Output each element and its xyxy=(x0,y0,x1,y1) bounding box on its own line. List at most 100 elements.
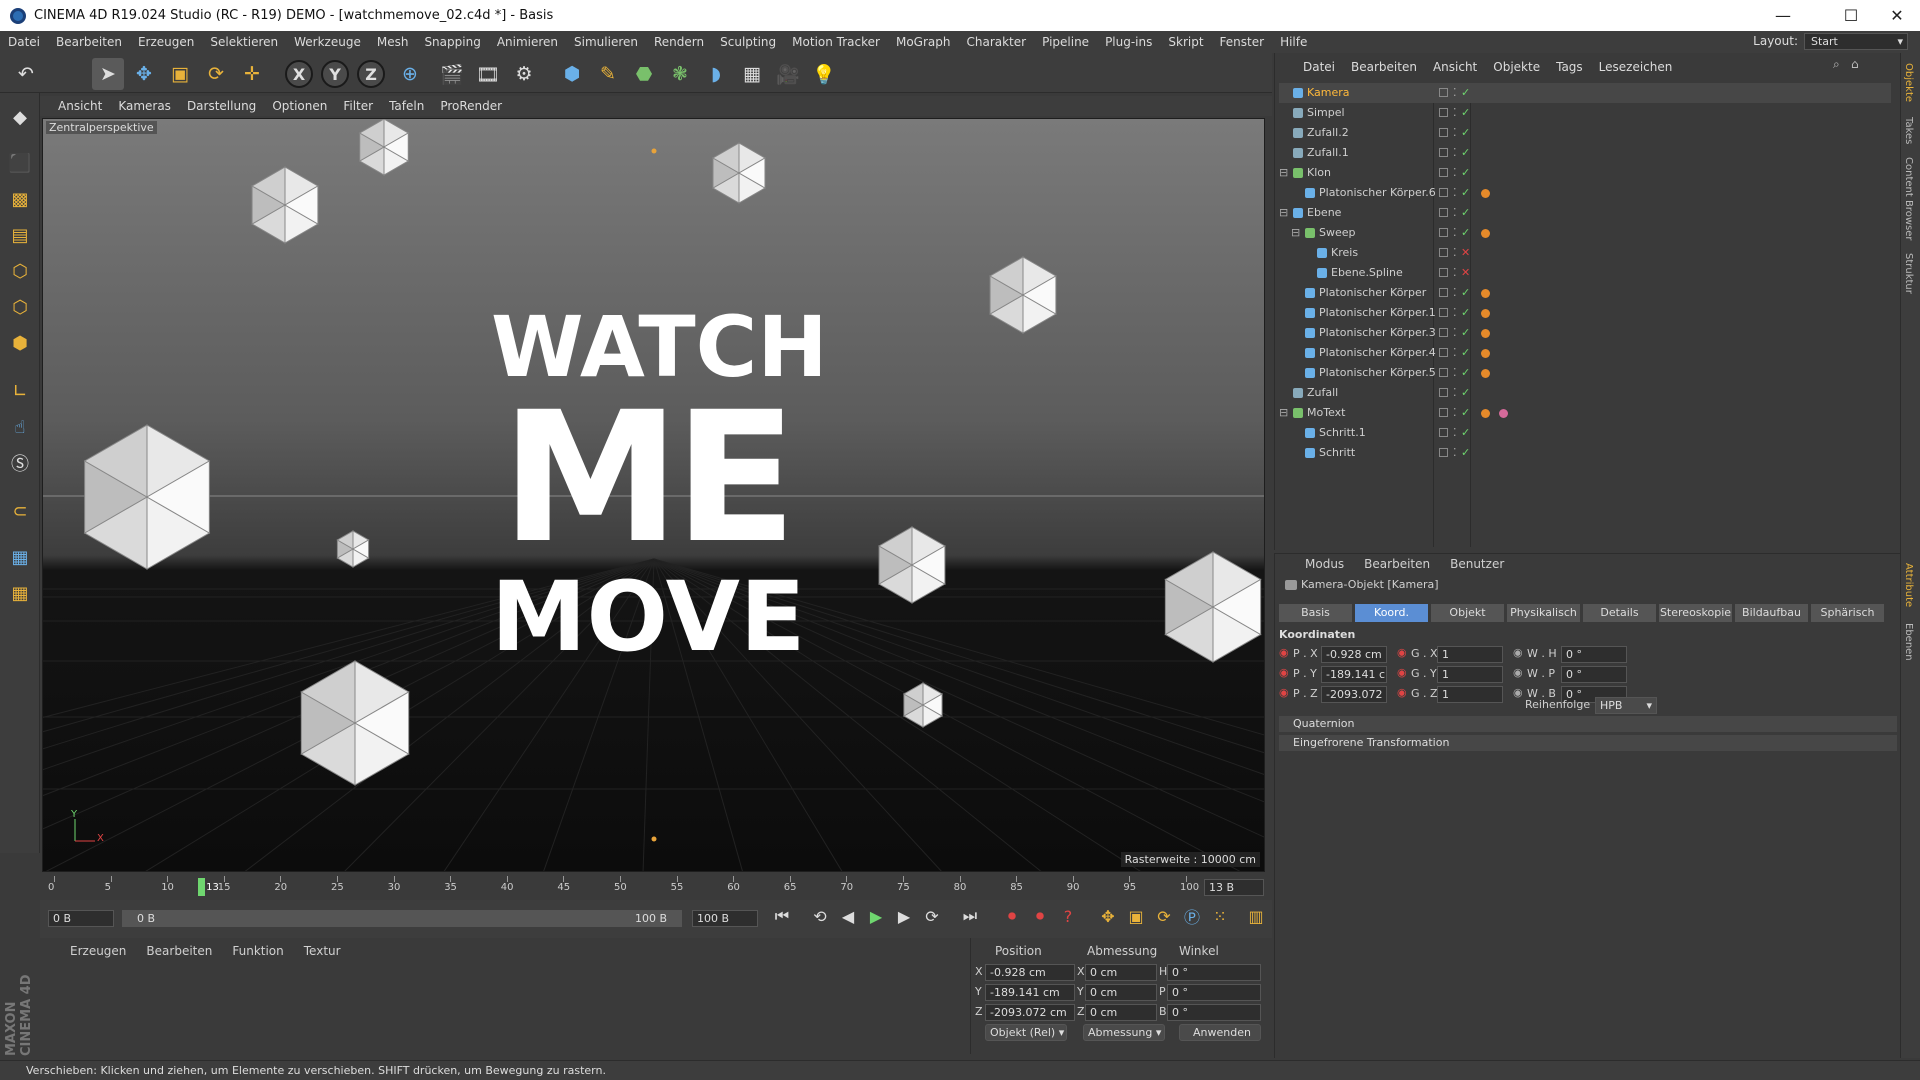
visibility-dots-icon[interactable]: ⁚ xyxy=(1453,363,1457,383)
layer-icon[interactable] xyxy=(1439,428,1448,437)
expand-icon[interactable]: ⊟ xyxy=(1279,203,1288,223)
object-row[interactable]: Platonischer Körper.1 ⁚ ✓ xyxy=(1279,303,1891,323)
viewport-menu-item[interactable]: Filter xyxy=(335,99,381,113)
layer-icon[interactable] xyxy=(1439,108,1448,117)
apply-button[interactable]: Anwenden xyxy=(1179,1024,1261,1041)
object-row[interactable]: ⊟ Sweep ⁚ ✓ xyxy=(1279,223,1891,243)
coord-value-field[interactable]: -0.928 cm xyxy=(985,964,1075,981)
attribute-tab[interactable]: Sphärisch xyxy=(1811,604,1884,622)
animate-radio-icon[interactable]: ◉ xyxy=(1397,646,1407,659)
go-to-start-icon[interactable]: ⏮ xyxy=(770,904,794,928)
key-position-icon[interactable]: ✥ xyxy=(1096,904,1120,928)
disabled-icon[interactable]: ✕ xyxy=(1461,243,1470,263)
quaternion-section[interactable]: Quaternion xyxy=(1279,716,1897,732)
enabled-check-icon[interactable]: ✓ xyxy=(1461,403,1470,423)
attribute-value-field[interactable]: 1 xyxy=(1437,686,1503,703)
attribute-tab[interactable]: Basis xyxy=(1279,604,1352,622)
visibility-dots-icon[interactable]: ⁚ xyxy=(1453,443,1457,463)
previous-frame-icon[interactable]: ◀ xyxy=(836,904,860,928)
key-pla-icon[interactable]: ⁙ xyxy=(1208,904,1232,928)
enabled-check-icon[interactable]: ✓ xyxy=(1461,123,1470,143)
platonic-solid[interactable] xyxy=(336,530,370,568)
layer-icon[interactable] xyxy=(1439,288,1448,297)
z-axis-icon[interactable]: Z xyxy=(357,60,385,88)
camera-handle[interactable] xyxy=(651,836,657,842)
enabled-check-icon[interactable]: ✓ xyxy=(1461,103,1470,123)
phong-tag-icon[interactable] xyxy=(1481,289,1490,298)
phong-tag-icon[interactable] xyxy=(1481,309,1490,318)
visibility-dots-icon[interactable]: ⁚ xyxy=(1453,323,1457,343)
autokey-icon[interactable]: ⏺ xyxy=(1028,904,1052,928)
enabled-check-icon[interactable]: ✓ xyxy=(1461,283,1470,303)
viewport-menu-item[interactable]: Kameras xyxy=(110,99,179,113)
layer-icon[interactable] xyxy=(1439,208,1448,217)
edges-mode-icon[interactable]: ⬡ xyxy=(6,293,34,321)
visibility-dots-icon[interactable]: ⁚ xyxy=(1453,83,1457,103)
attribute-tab[interactable]: Koord. xyxy=(1355,604,1428,622)
object-row[interactable]: Simpel ⁚ ✓ xyxy=(1279,103,1891,123)
visibility-dots-icon[interactable]: ⁚ xyxy=(1453,263,1457,283)
selection-tag-icon[interactable] xyxy=(1499,409,1508,418)
layout-select[interactable]: Start ▾ xyxy=(1804,33,1908,50)
tab-attributes[interactable]: Attribute xyxy=(1903,563,1914,607)
visibility-dots-icon[interactable]: ⁚ xyxy=(1453,303,1457,323)
rotate-icon[interactable]: ⟳ xyxy=(200,58,232,90)
layer-icon[interactable] xyxy=(1439,148,1448,157)
animate-radio-icon[interactable]: ◉ xyxy=(1513,646,1523,659)
grid-workplane-icon[interactable]: ▦ xyxy=(6,543,34,571)
menu-item[interactable]: Werkzeuge xyxy=(286,35,369,49)
attribute-value-field[interactable]: 0 ° xyxy=(1561,666,1627,683)
platonic-solid[interactable] xyxy=(878,526,946,604)
layer-icon[interactable] xyxy=(1439,268,1448,277)
visibility-dots-icon[interactable]: ⁚ xyxy=(1453,423,1457,443)
playhead[interactable] xyxy=(198,878,206,896)
menu-item[interactable]: Pipeline xyxy=(1034,35,1097,49)
visibility-dots-icon[interactable]: ⁚ xyxy=(1453,163,1457,183)
material-menu-item[interactable]: Textur xyxy=(294,944,351,958)
object-menu-item[interactable]: Bearbeiten xyxy=(1343,60,1425,74)
layer-icon[interactable] xyxy=(1439,128,1448,137)
layer-icon[interactable] xyxy=(1439,448,1448,457)
render-icon[interactable]: 🎞 xyxy=(472,58,504,90)
timeline-window-icon[interactable]: ▥ xyxy=(1244,904,1268,928)
phong-tag-icon[interactable] xyxy=(1481,409,1490,418)
object-row[interactable]: Zufall.2 ⁚ ✓ xyxy=(1279,123,1891,143)
coord-value-field[interactable]: -2093.072 cm xyxy=(985,1004,1075,1021)
frozen-transform-section[interactable]: Eingefrorene Transformation xyxy=(1279,735,1897,751)
attribute-value-field[interactable]: -0.928 cm xyxy=(1321,646,1387,663)
redo-icon[interactable] xyxy=(44,58,76,90)
layer-icon[interactable] xyxy=(1439,88,1448,97)
menu-item[interactable]: Animieren xyxy=(489,35,566,49)
object-row[interactable]: Platonischer Körper.5 ⁚ ✓ xyxy=(1279,363,1891,383)
menu-item[interactable]: Skript xyxy=(1160,35,1211,49)
coord-value-field[interactable]: 0 ° xyxy=(1167,984,1261,1001)
visibility-dots-icon[interactable]: ⁚ xyxy=(1453,403,1457,423)
coord-value-field[interactable]: 0 cm xyxy=(1085,984,1157,1001)
world-icon[interactable]: ⊕ xyxy=(394,58,426,90)
go-to-end-icon[interactable]: ⏭ xyxy=(958,904,982,928)
layer-icon[interactable] xyxy=(1439,388,1448,397)
next-frame-icon[interactable]: ▶ xyxy=(892,904,916,928)
end-frame-field[interactable]: 100 B xyxy=(692,910,758,927)
previous-key-icon[interactable]: ⟲ xyxy=(808,904,832,928)
layer-icon[interactable] xyxy=(1439,328,1448,337)
attribute-tab[interactable]: Stereoskopie xyxy=(1659,604,1732,622)
object-menu-item[interactable]: Objekte xyxy=(1485,60,1548,74)
object-row[interactable]: Schritt.1 ⁚ ✓ xyxy=(1279,423,1891,443)
phong-tag-icon[interactable] xyxy=(1481,329,1490,338)
move-icon[interactable]: ✥ xyxy=(128,58,160,90)
coord-value-field[interactable]: -189.141 cm xyxy=(985,984,1075,1001)
object-row[interactable]: Platonischer Körper.3 ⁚ ✓ xyxy=(1279,323,1891,343)
menu-item[interactable]: Fenster xyxy=(1212,35,1273,49)
enabled-check-icon[interactable]: ✓ xyxy=(1461,323,1470,343)
attribute-tab[interactable]: Physikalisch xyxy=(1507,604,1580,622)
timeline-ruler[interactable]: 0 5 10 15 20 25 30 35 40 45 50 55 60 65 70 75 80 85 90 95 10… xyxy=(40,876,1272,900)
viewport-menu-item[interactable]: Optionen xyxy=(264,99,335,113)
platonic-solid[interactable] xyxy=(902,682,944,728)
object-row[interactable]: ⊟ MoText ⁚ ✓ xyxy=(1279,403,1891,423)
floor-icon[interactable]: ▦ xyxy=(736,58,768,90)
attribute-value-field[interactable]: 1 xyxy=(1437,646,1503,663)
x-axis-icon[interactable]: X xyxy=(285,60,313,88)
viewport-menu-item[interactable]: Darstellung xyxy=(179,99,264,113)
enabled-check-icon[interactable]: ✓ xyxy=(1461,223,1470,243)
